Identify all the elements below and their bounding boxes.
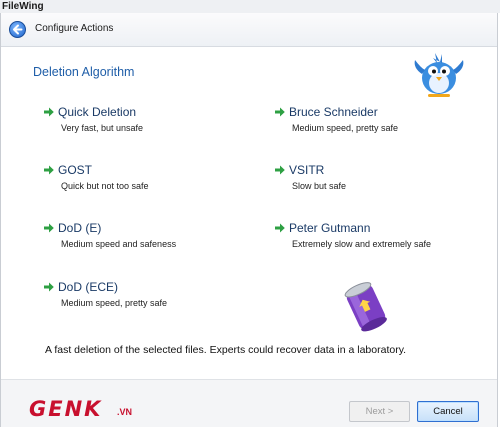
green-arrow-icon [44,107,54,117]
option-peter-gutmann[interactable]: Peter Gutmann Extremely slow and extreme… [275,221,475,255]
green-arrow-icon [275,223,285,233]
genk-logo: GENK [29,397,103,421]
window-titlebar: FileWing [0,0,500,13]
option-label: DoD (E) [58,221,102,235]
option-label: DoD (ECE) [58,280,119,294]
window-title: FileWing [2,1,44,12]
option-desc: Very fast, but unsafe [61,123,144,133]
option-bruce-schneider[interactable]: Bruce Schneider Medium speed, pretty saf… [275,105,465,139]
option-desc: Extremely slow and extremely safe [292,239,432,249]
option-desc: Medium speed, pretty safe [61,298,168,308]
option-label: Peter Gutmann [289,221,371,235]
option-dod-e[interactable]: DoD (E) Medium speed and safeness [44,221,194,255]
back-arrow-icon [13,24,23,35]
section-title: Deletion Algorithm [33,65,135,79]
green-arrow-icon [44,223,54,233]
option-desc: Medium speed and safeness [61,239,177,249]
option-label: GOST [58,163,93,177]
green-arrow-icon [44,282,54,292]
option-desc: Slow but safe [292,181,347,191]
option-label: Quick Deletion [58,105,137,119]
option-dod-ece[interactable]: DoD (ECE) Medium speed, pretty safe [44,280,194,314]
option-desc: Quick but not too safe [61,181,149,191]
green-arrow-icon [275,165,285,175]
option-gost[interactable]: GOST Quick but not too safe [44,163,194,197]
option-desc: Medium speed, pretty safe [292,123,399,133]
option-label: VSITR [289,163,325,177]
genk-logo-suffix: .VN [117,407,133,417]
shredder-bin-icon [344,282,387,332]
green-arrow-icon [44,165,54,175]
option-vsitr[interactable]: VSITR Slow but safe [275,163,465,197]
footer-bar: GENK .VN Next > Cancel [1,379,497,427]
algorithm-description: A fast deletion of the selected files. E… [45,344,407,356]
cancel-button[interactable]: Cancel [417,401,479,422]
bird-mascot-icon [414,53,464,97]
green-arrow-icon [275,107,285,117]
breadcrumb: Configure Actions [35,23,114,34]
option-label: Bruce Schneider [289,105,378,119]
header-bar: Configure Actions [1,13,497,47]
next-button[interactable]: Next > [349,401,410,422]
dialog-window: Configure Actions Deletion Algorithm Qui… [0,13,498,427]
back-button[interactable] [9,21,26,38]
option-quick-deletion[interactable]: Quick Deletion Very fast, but unsafe [44,105,194,139]
